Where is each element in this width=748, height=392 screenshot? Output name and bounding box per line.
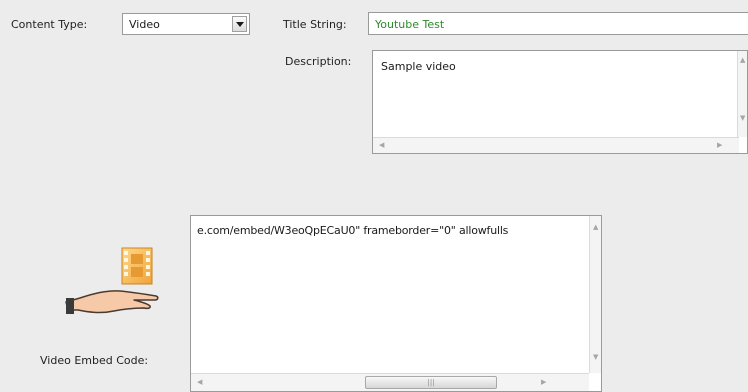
scroll-right-arrow-icon[interactable]: ▶ [717,142,722,149]
embed-code-value: e.com/embed/W3eoQpECaU0" frameborder="0"… [197,224,509,237]
content-type-select[interactable]: Video [122,13,250,35]
scroll-down-arrow-icon[interactable]: ▼ [740,115,745,122]
description-value: Sample video [381,60,456,73]
chevron-down-icon [235,21,244,27]
embed-code-scroll-thumb[interactable]: ||| [365,376,497,389]
scroll-grip-icon: ||| [427,378,435,386]
scroll-up-arrow-icon[interactable]: ▲ [593,224,598,231]
scroll-right-arrow-icon[interactable]: ▶ [541,379,546,386]
content-type-label: Content Type: [11,18,88,31]
embed-code-horizontal-scrollbar[interactable]: ◀ ||| ▶ [191,373,589,391]
hand-holding-film-icon [64,244,164,322]
scroll-left-arrow-icon[interactable]: ◀ [197,379,202,386]
description-label: Description: [285,55,352,68]
description-vertical-scrollbar[interactable]: ▲ ▼ [737,51,747,137]
title-string-label: Title String: [283,18,347,31]
embed-code-textarea[interactable]: e.com/embed/W3eoQpECaU0" frameborder="0"… [190,215,602,392]
description-textarea[interactable]: Sample video ▲ ▼ ◀ ▶ [372,50,748,154]
content-type-value: Video [129,18,160,31]
description-horizontal-scrollbar[interactable]: ◀ ▶ [373,137,739,153]
embed-code-vertical-scrollbar[interactable]: ▲ ▼ [589,216,601,373]
scroll-down-arrow-icon[interactable]: ▼ [593,354,598,361]
title-string-input[interactable]: Youtube Test [368,12,748,35]
content-type-dropdown-button[interactable] [232,16,247,32]
embed-code-label: Video Embed Code: [40,354,149,367]
title-string-value: Youtube Test [375,18,445,31]
scroll-up-arrow-icon[interactable]: ▲ [740,57,745,64]
scroll-left-arrow-icon[interactable]: ◀ [379,142,384,149]
